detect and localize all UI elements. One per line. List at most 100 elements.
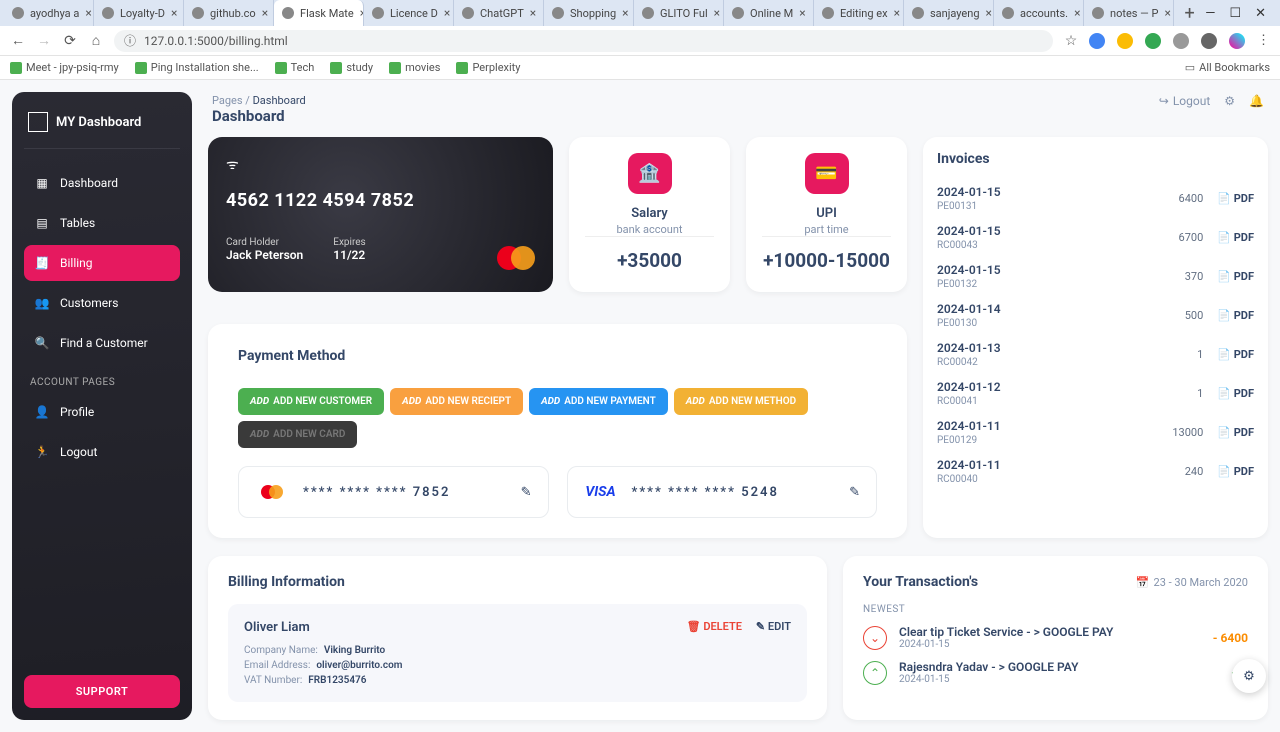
nav-forward[interactable]: → xyxy=(36,32,52,49)
close-tab-icon[interactable]: × xyxy=(1164,6,1170,20)
ext-icon-2[interactable] xyxy=(1117,33,1133,49)
delete-button[interactable]: 🗑 DELETE xyxy=(687,620,742,633)
browser-tab[interactable]: github.co× xyxy=(184,0,274,26)
bookmark-item[interactable]: Meet - jpy-psiq-rmy xyxy=(10,61,119,74)
bookmark-icon xyxy=(10,62,22,74)
new-tab-button[interactable]: + xyxy=(1180,3,1200,24)
pdf-button[interactable]: 📄 PDF xyxy=(1217,426,1254,439)
add-button[interactable]: ADD ADD NEW CUSTOMER xyxy=(238,388,384,415)
browser-tab[interactable]: Online M× xyxy=(724,0,814,26)
close-tab-icon[interactable]: × xyxy=(622,6,628,20)
browser-tab[interactable]: accounts.× xyxy=(994,0,1084,26)
sidebar-item-billing[interactable]: 🧾Billing xyxy=(24,245,180,281)
bookmark-item[interactable]: Ping Installation she... xyxy=(135,61,259,74)
browser-tab[interactable]: Loyalty-D× xyxy=(94,0,184,26)
edit-button[interactable]: ✎ EDIT xyxy=(756,620,791,633)
close-tab-icon[interactable]: × xyxy=(85,6,91,20)
edit-icon[interactable]: ✎ xyxy=(849,485,860,500)
sidebar-item-dashboard[interactable]: ▦Dashboard xyxy=(24,165,180,201)
payment-card: **** **** **** 7852✎ xyxy=(238,466,549,518)
sidebar-item-find-a-customer[interactable]: 🔍Find a Customer xyxy=(24,325,180,361)
bookmark-item[interactable]: Tech xyxy=(275,61,315,74)
invoices-title: Invoices xyxy=(937,151,1254,167)
browser-tab[interactable]: ChatGPT× xyxy=(454,0,544,26)
logout-button[interactable]: ↪Logout xyxy=(1159,94,1211,108)
gear-icon[interactable]: ⚙ xyxy=(1224,94,1235,108)
bookmark-item[interactable]: Perplexity xyxy=(456,61,520,74)
card-number: 4562 1122 4594 7852 xyxy=(226,190,535,211)
close-tab-icon[interactable]: × xyxy=(986,6,992,20)
nav-reload[interactable]: ⟳ xyxy=(62,33,78,49)
settings-fab[interactable]: ⚙ xyxy=(1232,659,1266,693)
favicon xyxy=(192,7,204,19)
close-tab-icon[interactable]: × xyxy=(262,6,268,20)
sidebar-item-profile[interactable]: 👤Profile xyxy=(24,394,180,430)
pdf-button[interactable]: 📄 PDF xyxy=(1217,309,1254,322)
extensions-icon[interactable] xyxy=(1173,33,1189,49)
browser-tab[interactable]: Flask Mate× xyxy=(274,0,364,26)
close-tab-icon[interactable]: × xyxy=(1074,6,1080,20)
window-maximize[interactable]: ☐ xyxy=(1229,6,1241,21)
window-minimize[interactable]: — xyxy=(1205,6,1215,21)
page-title: Dashboard xyxy=(212,107,306,125)
support-button[interactable]: SUPPORT xyxy=(24,675,180,708)
pdf-button[interactable]: 📄 PDF xyxy=(1217,231,1254,244)
browser-tab[interactable]: notes — P× xyxy=(1084,0,1174,26)
pdf-button[interactable]: 📄 PDF xyxy=(1217,387,1254,400)
nav-icon: 🔍 xyxy=(34,335,50,351)
bell-icon[interactable]: 🔔 xyxy=(1249,94,1264,108)
nav-home[interactable]: ⌂ xyxy=(88,32,104,49)
pdf-button[interactable]: 📄 PDF xyxy=(1217,348,1254,361)
add-button[interactable]: ADD ADD NEW PAYMENT xyxy=(529,388,668,415)
browser-tab[interactable]: Shopping× xyxy=(544,0,634,26)
window-close[interactable]: ✕ xyxy=(1255,6,1266,21)
add-button[interactable]: ADD ADD NEW CARD xyxy=(238,421,357,448)
star-icon[interactable]: ☆ xyxy=(1063,33,1079,49)
favicon xyxy=(552,7,564,19)
info-icon: ⓘ xyxy=(124,32,136,49)
close-tab-icon[interactable]: × xyxy=(894,6,900,20)
favicon xyxy=(102,7,114,19)
browser-tab[interactable]: sanjayeng× xyxy=(904,0,994,26)
browser-tab[interactable]: Licence D× xyxy=(364,0,454,26)
close-tab-icon[interactable]: × xyxy=(444,6,450,20)
wifi-icon: ᯤ xyxy=(226,155,535,174)
close-tab-icon[interactable]: × xyxy=(799,6,805,20)
close-tab-icon[interactable]: × xyxy=(530,6,536,20)
ext-icon-1[interactable] xyxy=(1089,33,1105,49)
browser-tab[interactable]: GLITO Ful× xyxy=(634,0,724,26)
nav-icon: 🏃 xyxy=(34,444,50,460)
browser-tab[interactable]: ayodhya a× xyxy=(4,0,94,26)
browser-tabs: ayodhya a×Loyalty-D×github.co×Flask Mate… xyxy=(0,0,1280,26)
sidebar-item-tables[interactable]: ▤Tables xyxy=(24,205,180,241)
ext-icon-3[interactable] xyxy=(1145,33,1161,49)
transactions-title: Your Transaction's xyxy=(863,574,978,590)
close-tab-icon[interactable]: × xyxy=(714,6,720,20)
bookmark-item[interactable]: study xyxy=(330,61,373,74)
pdf-button[interactable]: 📄 PDF xyxy=(1217,192,1254,205)
add-button[interactable]: ADD ADD NEW METHOD xyxy=(674,388,808,415)
nav-icon: 👤 xyxy=(34,404,50,420)
bookmark-icon xyxy=(389,62,401,74)
menu-icon[interactable]: ⋮ xyxy=(1257,33,1270,49)
edit-icon[interactable]: ✎ xyxy=(521,485,532,500)
favicon xyxy=(732,7,744,19)
side-panel-icon[interactable] xyxy=(1201,33,1217,49)
stat-salary: 🏦 Salary bank account +35000 xyxy=(569,137,730,292)
date-range: 📅 23 - 30 March 2020 xyxy=(1136,576,1248,589)
favicon xyxy=(822,7,834,19)
all-bookmarks[interactable]: ▭ All Bookmarks xyxy=(1185,61,1270,74)
nav-icon: ▤ xyxy=(34,215,50,231)
sidebar-item-logout[interactable]: 🏃Logout xyxy=(24,434,180,470)
browser-tab[interactable]: Editing ex× xyxy=(814,0,904,26)
add-button[interactable]: ADD ADD NEW RECIEPT xyxy=(390,388,523,415)
url-bar[interactable]: ⓘ 127.0.0.1:5000/billing.html xyxy=(114,30,1053,52)
pdf-button[interactable]: 📄 PDF xyxy=(1217,270,1254,283)
pdf-button[interactable]: 📄 PDF xyxy=(1217,465,1254,478)
bookmark-item[interactable]: movies xyxy=(389,61,440,74)
profile-avatar[interactable] xyxy=(1229,33,1245,49)
invoice-row: 2024-01-14PE00130500📄 PDF xyxy=(937,296,1254,335)
close-tab-icon[interactable]: × xyxy=(171,6,177,20)
sidebar-item-customers[interactable]: 👥Customers xyxy=(24,285,180,321)
nav-back[interactable]: ← xyxy=(10,32,26,49)
